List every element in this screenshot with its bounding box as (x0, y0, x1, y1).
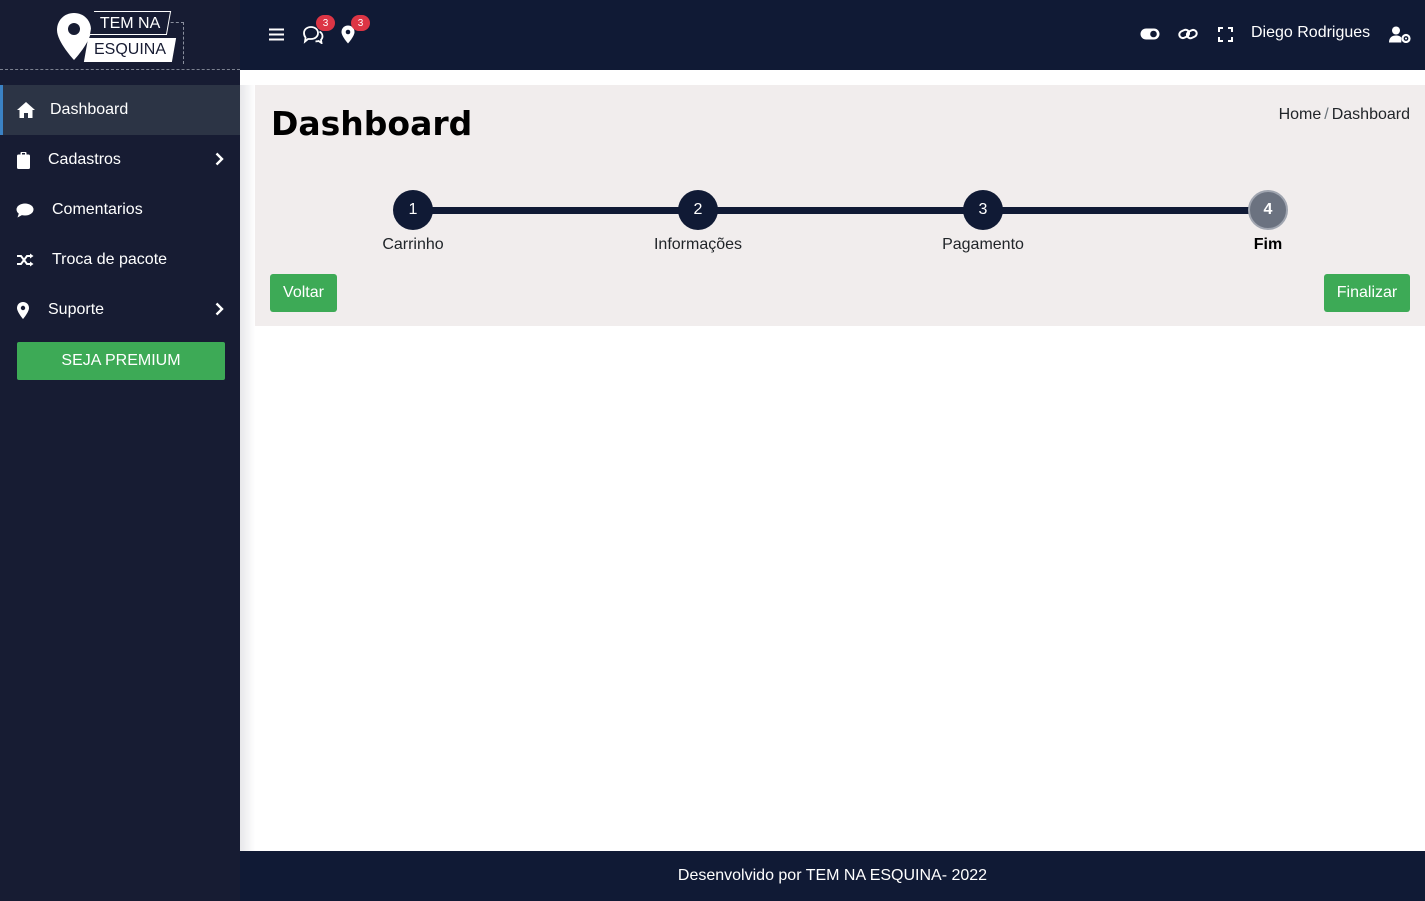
sidebar-item-comentarios[interactable]: Comentarios (0, 185, 240, 235)
chevron-right-icon (215, 152, 224, 171)
footer: Desenvolvido por TEM NA ESQUINA- 2022 (240, 851, 1425, 901)
step-2-label: Informações (653, 236, 743, 253)
sidebar: TEM NA ESQUINA Dashboard Cadastros Comen… (0, 0, 240, 901)
checkout-panel: Dashboard Home / Dashboard 1 2 3 4 Carrinh… (255, 85, 1425, 326)
chevron-right-icon (215, 302, 224, 321)
content-shadow (240, 85, 255, 851)
breadcrumb-current: Dashboard (1331, 106, 1410, 123)
step-4-circle[interactable]: 4 (1248, 190, 1288, 230)
topbar: 3 3 Diego Rodrigues (240, 0, 1425, 70)
comments-badge: 3 (316, 15, 335, 31)
sidebar-nav: Dashboard Cadastros Comentarios Troca de… (0, 85, 240, 335)
sidebar-item-cadastros[interactable]: Cadastros (0, 135, 240, 185)
footer-text: Desenvolvido por TEM NA ESQUINA- 2022 (677, 867, 988, 884)
finish-button[interactable]: Finalizar (1324, 274, 1410, 312)
comments-icon[interactable]: 3 (301, 15, 335, 46)
sidebar-item-suporte[interactable]: Suporte (0, 285, 240, 335)
progress-line (413, 207, 697, 214)
breadcrumb-separator: / (1324, 106, 1329, 123)
step-1-label: Carrinho (382, 236, 444, 253)
map-marker-icon (16, 300, 30, 320)
premium-button[interactable]: SEJA PREMIUM (17, 342, 225, 380)
sidebar-item-label: Comentarios (52, 201, 143, 218)
location-icon[interactable]: 3 (336, 15, 370, 46)
location-badge: 3 (351, 15, 370, 31)
logo-text-bottom: ESQUINA (83, 38, 177, 62)
back-button[interactable]: Voltar (270, 274, 337, 312)
progress-line (698, 207, 982, 214)
sidebar-item-label: Troca de pacote (52, 251, 168, 268)
comment-icon (16, 200, 34, 220)
clipboard-icon (16, 150, 30, 170)
logo-text-top: TEM NA (89, 11, 172, 35)
step-2-circle[interactable]: 2 (678, 190, 718, 230)
hamburger-icon[interactable] (265, 22, 289, 46)
step-4-label: Fim (1253, 236, 1283, 253)
breadcrumb-home[interactable]: Home (1279, 106, 1322, 123)
link-icon[interactable] (1176, 22, 1200, 46)
fullscreen-icon[interactable] (1213, 22, 1237, 46)
sidebar-item-label: Cadastros (48, 151, 121, 168)
step-3-circle[interactable]: 3 (963, 190, 1003, 230)
toggle-icon[interactable] (1138, 22, 1162, 46)
breadcrumb: Home / Dashboard (1279, 106, 1410, 124)
user-name[interactable]: Diego Rodrigues (1251, 24, 1370, 42)
page-title: Dashboard (271, 104, 473, 143)
brand-logo[interactable]: TEM NA ESQUINA (0, 0, 240, 70)
sidebar-item-troca-de-pacote[interactable]: Troca de pacote (0, 235, 240, 285)
sidebar-item-label: Dashboard (50, 101, 129, 118)
shuffle-icon (16, 250, 34, 270)
step-3-label: Pagamento (942, 236, 1024, 253)
step-1-circle[interactable]: 1 (393, 190, 433, 230)
user-cog-icon[interactable] (1388, 22, 1412, 46)
sidebar-item-label: Suporte (48, 301, 105, 318)
home-icon (16, 100, 36, 120)
sidebar-item-dashboard[interactable]: Dashboard (0, 85, 240, 135)
progress-line (983, 207, 1267, 214)
